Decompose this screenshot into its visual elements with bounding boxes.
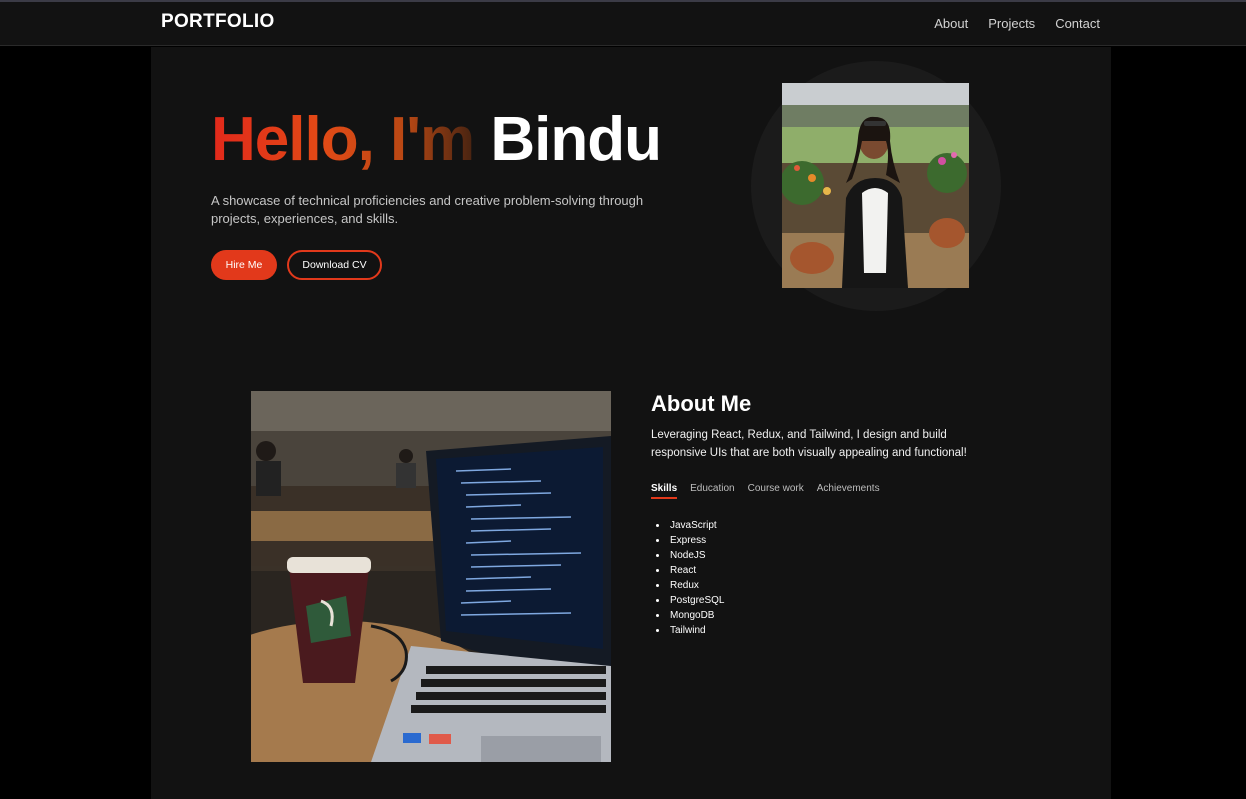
- about-photo-illustration: [251, 391, 611, 762]
- list-item: NodeJS: [656, 548, 724, 563]
- profile-photo-illustration: [782, 83, 969, 288]
- hero-name: Bindu: [490, 105, 662, 174]
- brand-logo[interactable]: PORTFOLIO: [161, 11, 275, 33]
- hire-me-button[interactable]: Hire Me: [211, 250, 277, 280]
- nav-link-contact[interactable]: Contact: [1055, 16, 1100, 31]
- list-item: JavaScript: [656, 518, 724, 533]
- nav-link-projects[interactable]: Projects: [988, 16, 1035, 31]
- list-item: Redux: [656, 578, 724, 593]
- main-content: Hello, I'm Bindu A showcase of technical…: [151, 47, 1111, 799]
- about-title: About Me: [651, 391, 752, 416]
- list-item: PostgreSQL: [656, 593, 724, 608]
- about-description: Leveraging React, Redux, and Tailwind, I…: [651, 429, 967, 459]
- list-item: React: [656, 563, 724, 578]
- nav-links: About Projects Contact: [934, 16, 1100, 31]
- list-item: Tailwind: [656, 623, 724, 638]
- download-cv-button[interactable]: Download CV: [287, 250, 382, 280]
- hero-subtitle: A showcase of technical proficiencies an…: [211, 193, 644, 226]
- tab-education[interactable]: Education: [690, 483, 734, 499]
- tab-achievements[interactable]: Achievements: [817, 483, 880, 499]
- tab-course-work[interactable]: Course work: [748, 483, 804, 499]
- navbar: PORTFOLIO About Projects Contact: [0, 2, 1246, 46]
- skills-list: JavaScript Express NodeJS React Redux Po…: [656, 518, 724, 638]
- about-photo: [251, 391, 611, 762]
- hero-title: Hello, I'm Bindu: [211, 105, 662, 175]
- list-item: Express: [656, 533, 724, 548]
- list-item: MongoDB: [656, 608, 724, 623]
- about-tabs: Skills Education Course work Achievement…: [651, 483, 880, 499]
- profile-photo: [782, 83, 969, 288]
- hero-greeting: Hello, I'm: [211, 105, 491, 174]
- tab-skills[interactable]: Skills: [651, 483, 678, 499]
- nav-link-about[interactable]: About: [934, 16, 968, 31]
